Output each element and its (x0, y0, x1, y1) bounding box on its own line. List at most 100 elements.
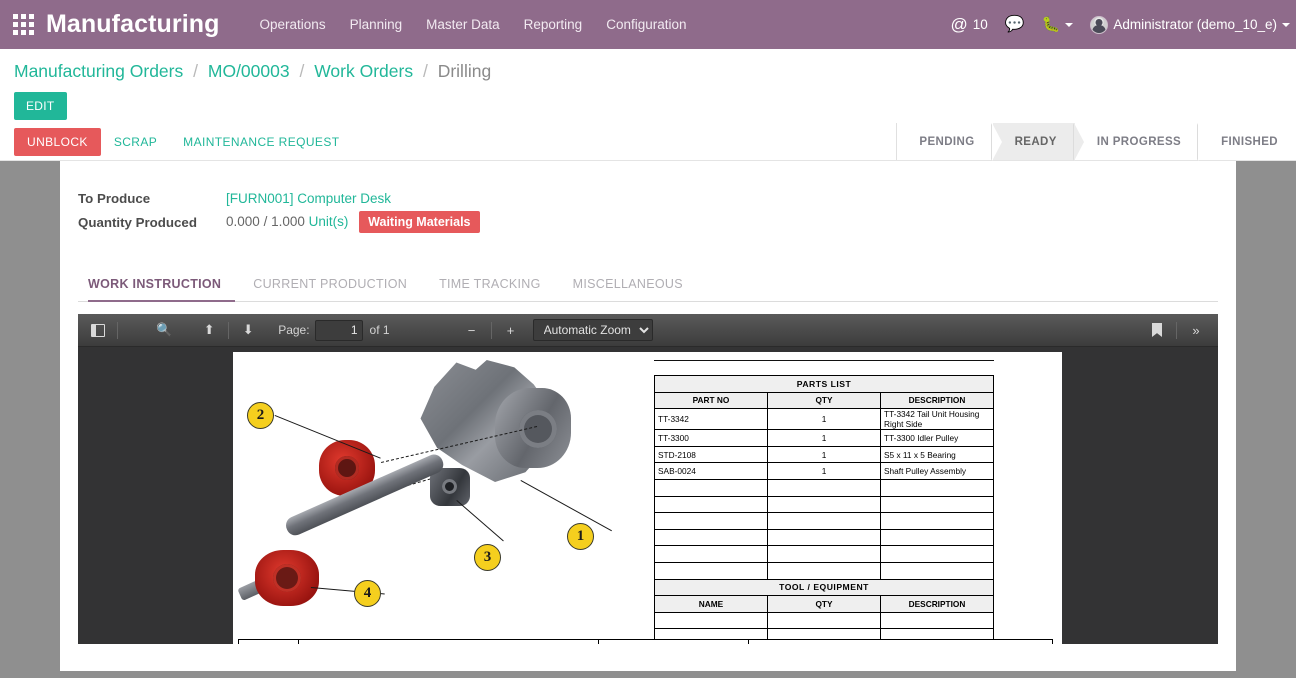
menu-item-configuration[interactable]: Configuration (606, 17, 686, 32)
stage-finished[interactable]: FINISHED (1199, 123, 1296, 160)
product-link[interactable]: [FURN001] Computer Desk (226, 191, 391, 206)
stage-label: PENDING (919, 135, 975, 148)
debug-menu[interactable]: 🐛 (1042, 17, 1074, 32)
parts-list-title: PARTS LIST (654, 375, 994, 393)
sheet-background: To Produce [FURN001] Computer Desk Quant… (0, 161, 1296, 671)
zoom-select[interactable]: Automatic Zoom (532, 319, 653, 341)
breadcrumb-manufacturing-orders[interactable]: Manufacturing Orders (14, 61, 183, 81)
stage-in-progress[interactable]: IN PROGRESS (1074, 122, 1209, 161)
breadcrumb-separator: / (299, 61, 305, 81)
minus-icon[interactable]: − (459, 319, 485, 342)
tab-miscellaneous[interactable]: MISCELLANEOUS (573, 269, 697, 302)
table-row: STD-2108 1 S5 x 11 x 5 Bearing (654, 445, 994, 464)
cell-part-no: TT-3342 (654, 408, 768, 431)
unblock-button[interactable]: UNBLOCK (14, 127, 101, 156)
user-menu[interactable]: Administrator (demo_10_e) (1090, 15, 1290, 34)
shaft-pulley-part (255, 550, 319, 606)
table-row (654, 561, 994, 580)
tab-time-tracking[interactable]: TIME TRACKING (439, 269, 555, 302)
bookmark-icon[interactable] (1144, 319, 1170, 342)
double-chevron-right-icon[interactable]: » (1183, 319, 1209, 342)
pdf-canvas[interactable]: 2 1 3 4 PARTS LIST PART NO QTY DESCRIPTI… (78, 347, 1218, 644)
cell-part-no: STD-2108 (654, 445, 768, 464)
quantity-produced-value: 0.000 / 1.000 Unit(s) Waiting Materials (226, 211, 480, 233)
table-row (654, 528, 994, 547)
bearing-part (430, 468, 470, 506)
tab-work-instruction[interactable]: WORK INSTRUCTION (88, 269, 236, 302)
page-number-input[interactable] (314, 319, 363, 341)
table-row (654, 495, 994, 514)
apps-grid-icon[interactable] (0, 0, 46, 49)
callout-1: 1 (567, 523, 594, 550)
table-title-row: TOOL / EQUIPMENT (654, 578, 994, 597)
toolbar-divider (1176, 321, 1177, 339)
uom-label[interactable]: Unit(s) (309, 214, 349, 229)
sidebar-toggle-icon[interactable] (85, 319, 111, 342)
breadcrumb-work-orders[interactable]: Work Orders (314, 61, 413, 81)
cell-part-no: TT-3300 (654, 429, 768, 447)
stage-pending[interactable]: PENDING (896, 122, 1002, 161)
callout-3: 3 (474, 544, 501, 571)
control-panel: Manufacturing Orders / MO/00003 / Work O… (0, 49, 1296, 154)
maintenance-request-button[interactable]: MAINTENANCE REQUEST (170, 128, 352, 156)
plus-icon[interactable]: + (498, 319, 524, 342)
instruction-table: NO TASK WORK TIME INSTRUCTION (238, 639, 1053, 644)
stage-arrow (990, 122, 1003, 161)
table-row: TT-3300 1 TT-3300 Idler Pulley (654, 429, 994, 447)
tool-equipment-title: TOOL / EQUIPMENT (654, 578, 994, 597)
menu-item-operations[interactable]: Operations (260, 17, 326, 32)
table-row (654, 478, 994, 497)
header-part-no: PART NO (654, 391, 768, 410)
leader-line (456, 500, 504, 542)
app-title: Manufacturing (46, 10, 220, 38)
to-produce-label: To Produce (78, 191, 151, 206)
search-icon[interactable]: 🔍 (151, 319, 177, 342)
table-title-row: PARTS LIST (654, 375, 994, 393)
quantity-done: 0.000 (226, 214, 260, 229)
cell-qty: 1 (767, 429, 881, 447)
breadcrumb-mo-00003[interactable]: MO/00003 (208, 61, 290, 81)
table-header-row: PART NO QTY DESCRIPTION (654, 391, 994, 410)
activity-count: 10 (972, 17, 988, 32)
cell-qty: 1 (767, 445, 881, 464)
header-name: NAME (654, 595, 768, 613)
stage-arrow (1072, 122, 1085, 161)
stage-ready[interactable]: READY (992, 122, 1084, 161)
edit-button[interactable]: EDIT (14, 92, 67, 120)
main-menu: Operations Planning Master Data Reportin… (260, 17, 687, 32)
table-row (654, 545, 994, 563)
chevron-down-icon (1282, 22, 1290, 27)
field-to-produce: To Produce [FURN001] Computer Desk (78, 191, 1218, 206)
cell-qty: 1 (767, 408, 881, 431)
toolbar-divider (490, 321, 492, 339)
avatar (1090, 15, 1109, 34)
leader-line (520, 480, 612, 532)
table-row: TT-3342 1 TT-3342 Tail Unit Housing Righ… (654, 408, 994, 431)
menu-item-planning[interactable]: Planning (350, 17, 403, 32)
toolbar-divider (228, 321, 230, 339)
tab-current-production[interactable]: CURRENT PRODUCTION (253, 269, 421, 302)
pdf-toolbar: 🔍 ⬆ ⬇ Page: of 1 − + Automatic Zoom (78, 314, 1218, 347)
chevron-down-icon (1065, 22, 1074, 27)
field-quantity-produced: Quantity Produced 0.000 / 1.000 Unit(s) … (78, 211, 1218, 233)
callout-4: 4 (354, 580, 381, 607)
parts-list-table: PARTS LIST PART NO QTY DESCRIPTION TT-33… (654, 375, 994, 644)
scrap-button[interactable]: SCRAP (101, 128, 170, 156)
header-description: DESCRIPTION (880, 391, 994, 410)
arrow-up-icon[interactable]: ⬆ (196, 319, 222, 342)
stage-label: FINISHED (1221, 135, 1278, 148)
breadcrumb-separator: / (193, 61, 198, 81)
header-qty: QTY (767, 391, 881, 410)
messaging-menu[interactable]: 💬 (1004, 15, 1025, 33)
menu-item-master-data[interactable]: Master Data (426, 17, 500, 32)
table-header-row: NAME QTY DESCRIPTION (654, 595, 994, 613)
menu-item-reporting[interactable]: Reporting (524, 17, 583, 32)
activity-menu[interactable]: @ 10 (951, 16, 988, 33)
table-row (654, 512, 994, 530)
header-qty: QTY (767, 595, 881, 613)
cell-description: TT-3300 Idler Pulley (880, 429, 994, 447)
breadcrumb-separator: / (422, 61, 428, 81)
table-header-row: NO TASK WORK TIME INSTRUCTION (238, 639, 1053, 644)
arrow-down-icon[interactable]: ⬇ (235, 319, 261, 342)
chat-icon: 💬 (1004, 15, 1025, 33)
